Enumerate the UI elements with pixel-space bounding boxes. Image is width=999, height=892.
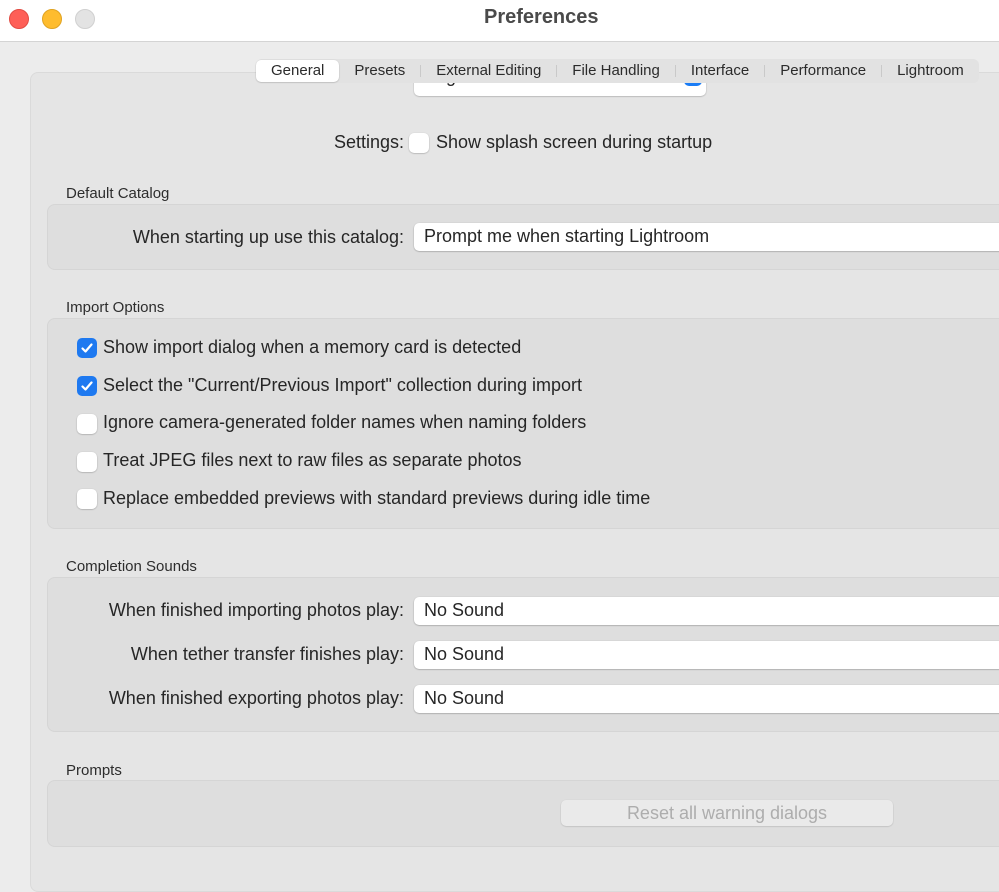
default-catalog-title: Default Catalog (66, 185, 170, 202)
export-sound-select[interactable]: No Sound (414, 685, 999, 713)
tab-file-handling[interactable]: File Handling (557, 60, 675, 82)
import-sound-select[interactable]: No Sound (414, 597, 999, 625)
tab-presets[interactable]: Presets (339, 60, 420, 82)
current-import-checkbox[interactable] (77, 376, 97, 396)
tether-sound-label: When tether transfer finishes play: (130, 644, 404, 664)
tab-lightroom[interactable]: Lightroom (882, 60, 979, 82)
checkmark-icon (81, 343, 93, 353)
completion-sounds-title: Completion Sounds (66, 558, 197, 575)
separate-jpeg-label: Treat JPEG files next to raw files as se… (103, 450, 522, 470)
catalog-select[interactable]: Prompt me when starting Lightroom (414, 223, 999, 251)
current-import-label: Select the "Current/Previous Import" col… (103, 375, 582, 395)
import-dialog-label: Show import dialog when a memory card is… (103, 337, 522, 357)
catalog-value: Prompt me when starting Lightroom (424, 226, 710, 246)
checkmark-icon (81, 381, 93, 391)
splash-screen-checkbox[interactable] (409, 133, 429, 153)
ignore-folder-names-label: Ignore camera-generated folder names whe… (103, 412, 587, 432)
replace-previews-label: Replace embedded previews with standard … (103, 488, 651, 508)
export-sound-label: When finished exporting photos play: (108, 688, 404, 708)
title-bar: Preferences (0, 0, 999, 42)
reset-warning-dialogs-button[interactable]: Reset all warning dialogs (561, 800, 893, 826)
preferences-tabs: General Presets External Editing File Ha… (256, 59, 979, 83)
import-sound-value: No Sound (424, 600, 505, 620)
ignore-folder-names-checkbox[interactable] (77, 414, 97, 434)
import-sound-label: When finished importing photos play: (108, 600, 404, 620)
prompts-title: Prompts (66, 762, 122, 779)
tab-general[interactable]: General (256, 60, 340, 82)
tether-sound-value: No Sound (424, 644, 505, 664)
import-dialog-checkbox[interactable] (77, 338, 97, 358)
replace-previews-checkbox[interactable] (77, 489, 97, 509)
tab-performance[interactable]: Performance (765, 60, 881, 82)
import-options-title: Import Options (66, 299, 165, 316)
tab-interface[interactable]: Interface (676, 60, 764, 82)
catalog-label: When starting up use this catalog: (132, 227, 404, 247)
splash-screen-label: Show splash screen during startup (436, 132, 713, 152)
tab-external-editing[interactable]: External Editing (421, 60, 556, 82)
window-title: Preferences (484, 6, 599, 28)
separate-jpeg-checkbox[interactable] (77, 452, 97, 472)
settings-label: Settings: (333, 132, 404, 152)
tether-sound-select[interactable]: No Sound (414, 641, 999, 669)
export-sound-value: No Sound (424, 688, 505, 708)
